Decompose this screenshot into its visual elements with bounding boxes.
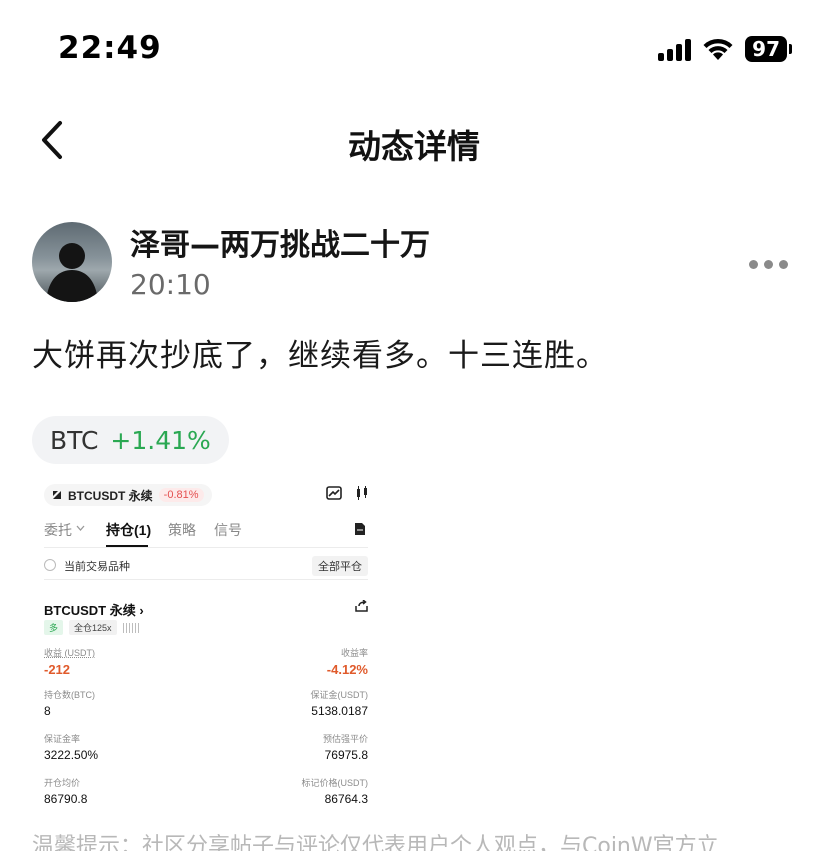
coin-change: +1.41% xyxy=(110,425,211,455)
image-topbar: BTCUSDT 永续 -0.81% xyxy=(40,482,372,508)
field-pnl: 收益 (USDT) -212 xyxy=(44,648,95,677)
status-icons: 97 xyxy=(658,36,792,62)
field-mark-price: 标记价格(USDT) 86764.3 xyxy=(301,778,369,806)
status-time: 22:49 xyxy=(58,30,162,66)
field-size: 持仓数(BTC) 8 xyxy=(44,690,95,718)
close-all-label: 全部平仓 xyxy=(312,556,368,576)
position-title: BTCUSDT 永续 › xyxy=(44,603,144,618)
document-icon xyxy=(355,523,365,535)
post-time: 20:10 xyxy=(130,268,211,301)
wifi-icon xyxy=(703,38,733,60)
post-header: 泽哥—两万挑战二十万 20:10 xyxy=(32,220,802,310)
coin-symbol: BTC xyxy=(50,425,99,455)
battery-level: 97 xyxy=(745,36,787,62)
image-top-icons xyxy=(326,486,368,500)
chevron-down-icon xyxy=(76,525,85,531)
status-bar: 22:49 97 xyxy=(0,0,828,100)
position-tags: 多 全仓125x xyxy=(44,620,139,635)
margin-tag: 全仓125x xyxy=(69,620,117,635)
side-tag: 多 xyxy=(44,620,64,635)
image-tabs: 委托 持仓(1) 策略 信号 xyxy=(44,520,368,548)
disclaimer: 温馨提示：社区分享帖子与评论仅代表用户个人观点，与CoinW官方立 xyxy=(32,834,719,851)
tab-orders: 委托 xyxy=(44,522,72,538)
nav-bar: 动态详情 xyxy=(0,108,828,172)
chart-icon xyxy=(326,486,342,500)
field-entry-price: 开仓均价 86790.8 xyxy=(44,778,88,806)
tab-signals: 信号 xyxy=(214,522,242,538)
field-margin-ratio: 保证金率 3222.50% xyxy=(44,734,99,762)
battery-icon: 97 xyxy=(745,36,792,62)
page-title: 动态详情 xyxy=(348,127,480,166)
cellular-signal-icon xyxy=(658,37,692,61)
coin-tag[interactable]: BTC +1.41% xyxy=(32,416,229,464)
image-filter-row: 当前交易品种 全部平仓 xyxy=(44,554,368,580)
author-name[interactable]: 泽哥—两万挑战二十万 xyxy=(130,220,430,264)
field-margin: 保证金(USDT) 5138.0187 xyxy=(310,690,369,718)
post-body: 大饼再次抄底了，继续看多。十三连胜。 xyxy=(32,338,608,374)
pair-change: -0.81% xyxy=(158,488,204,502)
pair-icon xyxy=(53,491,61,499)
pair-label: BTCUSDT 永续 xyxy=(68,488,153,503)
radio-icon xyxy=(44,559,56,571)
tab-positions: 持仓(1) xyxy=(106,522,152,538)
field-liq-price: 预估强平价 76975.8 xyxy=(322,734,368,762)
position-card: BTCUSDT 永续 › 多 全仓125x xyxy=(44,600,368,635)
tab-strategy: 策略 xyxy=(168,522,196,538)
filter-label: 当前交易品种 xyxy=(64,561,130,573)
more-dots-icon[interactable] xyxy=(745,256,792,273)
pair-chip: BTCUSDT 永续 -0.81% xyxy=(44,484,212,506)
candlestick-icon xyxy=(357,486,367,500)
leverage-bars-icon xyxy=(122,622,139,633)
share-icon xyxy=(355,600,368,612)
field-roe: 收益率 -4.12% xyxy=(326,648,368,677)
post-image[interactable]: BTCUSDT 永续 -0.81% 委托 持仓(1) 策略 信号 当前交易品种 … xyxy=(30,478,382,816)
avatar[interactable] xyxy=(32,222,112,302)
